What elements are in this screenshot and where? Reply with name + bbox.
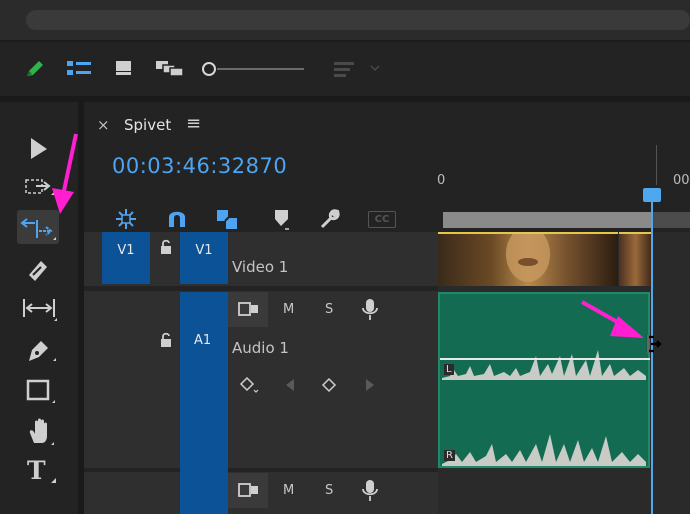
microphone-icon[interactable] [361, 479, 379, 503]
add-keyframe-icon[interactable] [320, 376, 338, 394]
settings-wrench-icon[interactable] [318, 207, 342, 231]
lock-track-icon[interactable] [159, 239, 173, 255]
sync-lock-icon [238, 483, 258, 497]
pen-tool-icon[interactable] [26, 336, 58, 364]
tool-flyout-indicator [51, 478, 56, 483]
ruler-tick [656, 145, 657, 185]
zoom-slider[interactable] [200, 60, 306, 78]
freeform-view-icon[interactable] [155, 59, 185, 79]
panel-menu-icon[interactable]: ≡ [186, 113, 201, 134]
previous-keyframe-icon[interactable] [283, 377, 297, 393]
annotation-arrow [581, 300, 644, 338]
sort-icon[interactable] [332, 58, 382, 80]
solo-track-button[interactable]: S [325, 302, 333, 317]
sync-lock-icon [238, 302, 258, 316]
keyframe-dropdown-icon[interactable] [238, 375, 260, 397]
track-separator [84, 286, 438, 291]
hand-tool-icon[interactable] [26, 417, 56, 447]
source-patch-label: V1 [117, 242, 135, 258]
source-patch-v1[interactable]: V1 [102, 232, 150, 284]
type-tool-icon[interactable]: T [27, 456, 46, 485]
microphone-icon[interactable] [361, 298, 379, 322]
sync-lock-toggle[interactable] [228, 473, 268, 508]
track-target-a1[interactable]: A1 [180, 292, 228, 514]
ruler-label: 0 [437, 173, 446, 188]
close-tab-button[interactable]: × [97, 116, 110, 134]
mute-track-button[interactable]: M [283, 302, 294, 317]
track-target-label: A1 [194, 333, 212, 348]
pencil-icon[interactable] [24, 58, 46, 80]
track-separator [84, 468, 438, 472]
linked-selection-icon[interactable] [215, 207, 241, 233]
razor-tool-icon[interactable] [24, 256, 52, 284]
lock-track-icon[interactable] [159, 332, 173, 348]
video-clip[interactable] [619, 232, 652, 286]
sequence-tab-title[interactable]: Spivet [124, 116, 171, 134]
ruler-label: 00 [673, 173, 690, 188]
playhead-timecode[interactable]: 00:03:46:32870 [112, 154, 287, 178]
top-scrollbar[interactable] [26, 10, 690, 30]
video-clip[interactable] [438, 226, 618, 286]
snap-icon[interactable] [165, 207, 189, 231]
nest-icon[interactable] [114, 207, 138, 231]
mute-track-button[interactable]: M [283, 483, 294, 498]
icon-view-icon[interactable] [114, 59, 134, 77]
add-marker-icon[interactable] [271, 207, 293, 233]
track-name-video1: Video 1 [232, 258, 289, 276]
captions-icon[interactable]: CC [368, 211, 396, 228]
playhead-handle[interactable] [643, 188, 661, 202]
work-area-bar-end [651, 212, 690, 228]
solo-track-button[interactable]: S [325, 483, 333, 498]
rectangle-tool-icon[interactable] [25, 378, 57, 406]
sync-lock-toggle[interactable] [228, 292, 268, 327]
slip-tool-icon[interactable] [20, 296, 60, 322]
channel-badge-left: L [444, 364, 454, 375]
audio-volume-line[interactable] [440, 358, 650, 360]
empty-track-area[interactable] [652, 292, 690, 468]
channel-badge-right: R [444, 450, 455, 461]
track-target-v1[interactable]: V1 [180, 232, 228, 284]
selection-tool-icon[interactable] [28, 136, 52, 162]
track-name-audio1: Audio 1 [232, 339, 289, 357]
next-keyframe-icon[interactable] [363, 377, 377, 393]
track-target-label: V1 [195, 242, 213, 258]
video-thumbnail [506, 226, 550, 282]
list-view-icon[interactable] [66, 59, 92, 77]
annotation-arrow [52, 133, 78, 214]
work-area-bar[interactable] [443, 212, 651, 228]
